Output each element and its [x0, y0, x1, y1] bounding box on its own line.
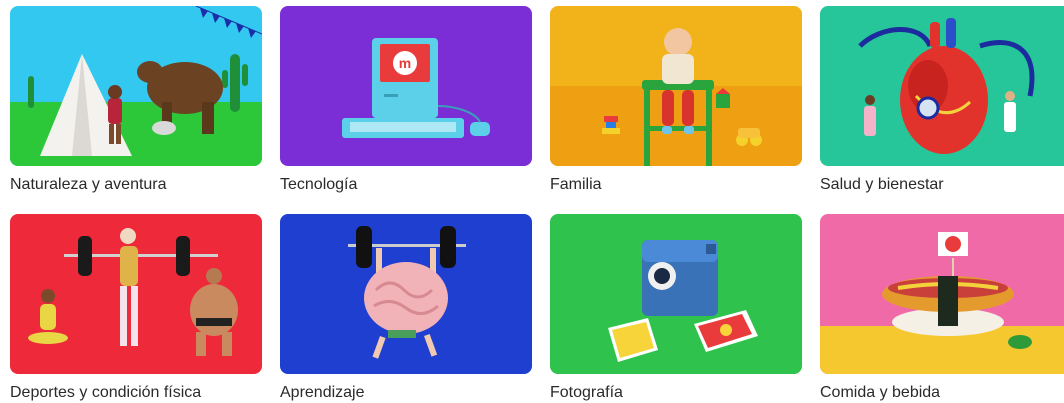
svg-text:m: m — [399, 55, 411, 71]
category-label: Comida y bebida — [820, 384, 941, 401]
category-card-photography[interactable]: Fotografía — [550, 214, 802, 403]
category-grid: Naturaleza y aventura m Tecnología Famil… — [0, 0, 1064, 403]
sports-fitness-image[interactable] — [10, 214, 262, 374]
category-card-family[interactable]: Familia — [550, 6, 802, 195]
category-label: Deportes y condición física — [10, 384, 202, 401]
category-card-sports[interactable]: Deportes y condición física — [10, 214, 262, 403]
category-card-learning[interactable]: Aprendizaje — [280, 214, 532, 403]
learning-image[interactable] — [280, 214, 532, 374]
category-label: Salud y bienestar — [820, 176, 944, 193]
photography-image[interactable] — [550, 214, 802, 374]
food-drink-image[interactable] — [820, 214, 1064, 374]
category-label: Tecnología — [280, 176, 358, 193]
category-label: Naturaleza y aventura — [10, 176, 167, 193]
category-card-nature[interactable]: Naturaleza y aventura — [10, 6, 262, 195]
family-image[interactable] — [550, 6, 802, 166]
category-label: Fotografía — [550, 384, 623, 401]
category-card-health[interactable]: Salud y bienestar — [820, 6, 1064, 195]
technology-image[interactable]: m — [280, 6, 532, 166]
health-wellness-image[interactable] — [820, 6, 1064, 166]
category-card-food[interactable]: Comida y bebida — [820, 214, 1064, 403]
nature-adventure-image[interactable] — [10, 6, 262, 166]
category-card-technology[interactable]: m Tecnología — [280, 6, 532, 195]
category-label: Aprendizaje — [280, 384, 365, 401]
category-label: Familia — [550, 176, 602, 193]
